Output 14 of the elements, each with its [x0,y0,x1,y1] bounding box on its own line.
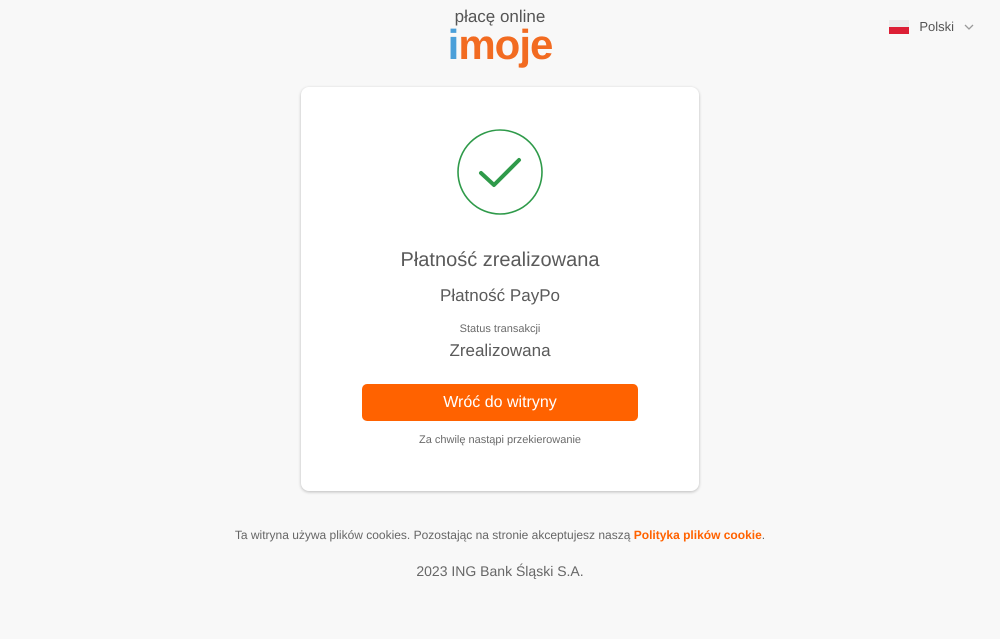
check-circle-icon [457,129,543,215]
flag-icon [889,20,910,34]
chevron-down-icon [964,24,974,30]
return-button[interactable]: Wróć do witryny [362,384,638,421]
status-label: Status transakcji [460,322,540,337]
language-selector[interactable]: Polski [889,17,974,36]
cookie-policy-link[interactable]: Polityka plików cookie [634,528,762,542]
redirect-note: Za chwilę nastąpi przekierowanie [418,433,582,448]
payment-title: Płatność zrealizowana [400,248,600,273]
copyright-text: 2023 ING Bank Śląski S.A. [416,562,584,581]
cookie-notice: Ta witryna używa plików cookies. Pozostając na stronie akceptujesz naszą Polityka plików cookie. [234,527,766,543]
logo-tagline: płacę online [454,8,546,26]
status-value: Zrealizowana [449,340,551,362]
payment-method: Płatność PayPo [440,285,560,307]
